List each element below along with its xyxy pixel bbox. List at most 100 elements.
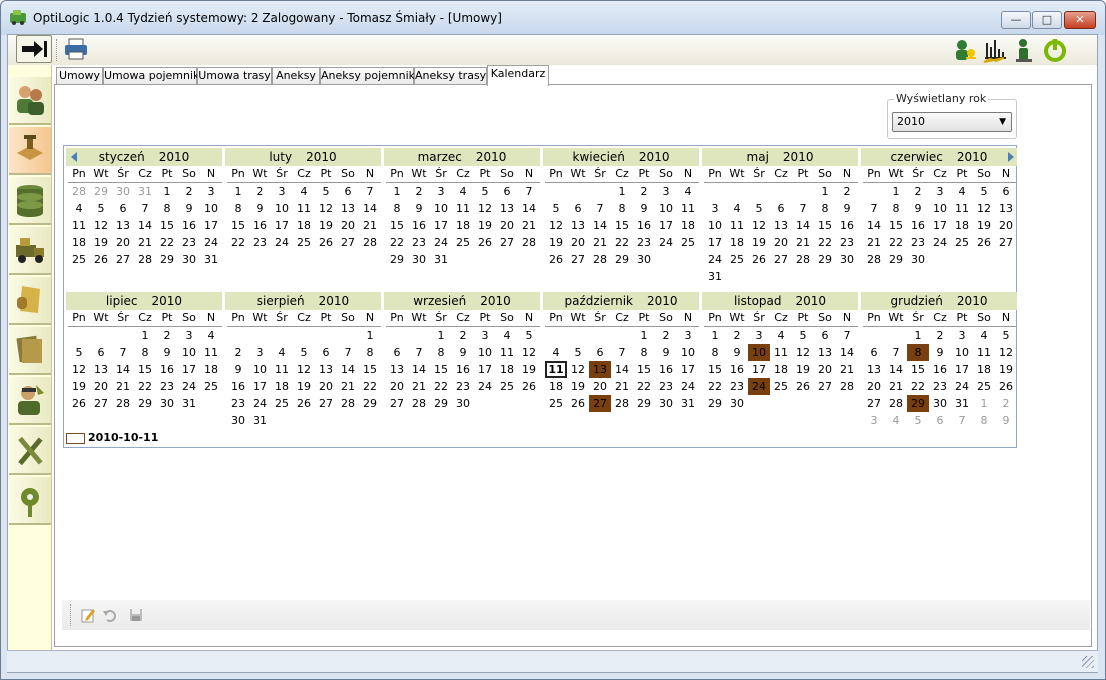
- calendar-day[interactable]: 21: [408, 378, 430, 395]
- calendar-day[interactable]: 11: [496, 344, 518, 361]
- calendar-day[interactable]: 25: [200, 378, 222, 395]
- calendar-day[interactable]: 16: [408, 217, 430, 234]
- calendar-day[interactable]: 23: [408, 234, 430, 251]
- sidebar-item-vehicles[interactable]: [9, 227, 51, 275]
- other-month-day[interactable]: 5: [907, 412, 929, 429]
- calendar-day[interactable]: 24: [271, 234, 293, 251]
- calendar-day[interactable]: 9: [408, 200, 430, 217]
- edit-pencil-icon[interactable]: [80, 607, 96, 623]
- calendar-day[interactable]: 16: [156, 361, 178, 378]
- calendar-day[interactable]: 23: [655, 378, 677, 395]
- other-month-day[interactable]: 28: [68, 183, 90, 200]
- calendar-day[interactable]: 17: [249, 378, 271, 395]
- calendar-day[interactable]: 22: [156, 234, 178, 251]
- calendar-day[interactable]: 27: [90, 395, 112, 412]
- calendar-day[interactable]: 15: [227, 217, 249, 234]
- calendar-day[interactable]: 13: [567, 217, 589, 234]
- other-month-day[interactable]: 29: [90, 183, 112, 200]
- maximize-button[interactable]: □: [1032, 11, 1062, 29]
- calendar-day[interactable]: 28: [359, 234, 381, 251]
- calendar-day[interactable]: 2: [836, 183, 858, 200]
- calendar-day[interactable]: 27: [337, 234, 359, 251]
- calendar-day[interactable]: 5: [474, 183, 496, 200]
- calendar-day[interactable]: 2: [907, 183, 929, 200]
- calendar-day[interactable]: 11: [951, 200, 973, 217]
- calendar-day[interactable]: 23: [178, 234, 200, 251]
- resize-grip[interactable]: [1082, 656, 1094, 668]
- calendar-day[interactable]: 4: [677, 183, 699, 200]
- calendar-day[interactable]: 28: [792, 251, 814, 268]
- calendar-day[interactable]: 5: [293, 344, 315, 361]
- calendar-day[interactable]: 11: [973, 344, 995, 361]
- calendar-day[interactable]: 9: [452, 344, 474, 361]
- calendar-day[interactable]: 12: [315, 200, 337, 217]
- calendar-day[interactable]: 20: [567, 234, 589, 251]
- calendar-day[interactable]: 26: [995, 378, 1017, 395]
- calendar-day[interactable]: 27: [315, 395, 337, 412]
- calendar-day[interactable]: 30: [836, 251, 858, 268]
- calendar-day[interactable]: 5: [567, 344, 589, 361]
- calendar-day[interactable]: 8: [633, 344, 655, 361]
- calendar-day[interactable]: 8: [134, 344, 156, 361]
- calendar-day[interactable]: 19: [748, 234, 770, 251]
- calendar-day[interactable]: 20: [863, 378, 885, 395]
- calendar-day[interactable]: 13: [814, 344, 836, 361]
- calendar-day[interactable]: 15: [814, 217, 836, 234]
- calendar-day[interactable]: 16: [726, 361, 748, 378]
- calendar-day[interactable]: 12: [567, 361, 589, 378]
- calendar-day[interactable]: 13: [90, 361, 112, 378]
- calendar-day[interactable]: 14: [337, 361, 359, 378]
- calendar-day[interactable]: 18: [293, 217, 315, 234]
- calendar-day[interactable]: 5: [518, 327, 540, 344]
- calendar-day[interactable]: 24: [655, 234, 677, 251]
- power-icon[interactable]: [1042, 37, 1068, 63]
- tab-aneksy[interactable]: Aneksy: [272, 67, 320, 85]
- calendar-day[interactable]: 4: [293, 183, 315, 200]
- calendar-day[interactable]: 25: [726, 251, 748, 268]
- calendar-day[interactable]: 30: [929, 395, 951, 412]
- calendar-day[interactable]: 26: [293, 395, 315, 412]
- calendar-day[interactable]: 9: [249, 200, 271, 217]
- calendar-day[interactable]: 7: [589, 200, 611, 217]
- calendar-day[interactable]: 21: [134, 234, 156, 251]
- print-icon[interactable]: [63, 38, 89, 60]
- calendar-day[interactable]: 9: [227, 361, 249, 378]
- calendar-day[interactable]: 3: [474, 327, 496, 344]
- calendar-day[interactable]: 29: [386, 251, 408, 268]
- calendar-day[interactable]: 14: [885, 361, 907, 378]
- calendar-day[interactable]: 8: [386, 200, 408, 217]
- calendar-day[interactable]: 20: [315, 378, 337, 395]
- calendar-day[interactable]: 24: [178, 378, 200, 395]
- calendar-day[interactable]: 13: [770, 217, 792, 234]
- calendar-day[interactable]: 25: [68, 251, 90, 268]
- calendar-day[interactable]: 25: [973, 378, 995, 395]
- calendar-day[interactable]: 3: [430, 183, 452, 200]
- calendar-day[interactable]: 6: [112, 200, 134, 217]
- calendar-day[interactable]: 11: [677, 200, 699, 217]
- calendar-day[interactable]: 27: [496, 234, 518, 251]
- calendar-day[interactable]: 3: [677, 327, 699, 344]
- calendar-day[interactable]: 23: [633, 234, 655, 251]
- calendar-day[interactable]: 12: [68, 361, 90, 378]
- calendar-day[interactable]: 29: [359, 395, 381, 412]
- calendar-day[interactable]: 8: [611, 200, 633, 217]
- calendar-day[interactable]: 21: [518, 217, 540, 234]
- calendar-day[interactable]: 1: [704, 327, 726, 344]
- calendar-day[interactable]: 21: [359, 217, 381, 234]
- calendar-day[interactable]: 2: [249, 183, 271, 200]
- calendar-day[interactable]: 20: [90, 378, 112, 395]
- calendar-day[interactable]: 22: [885, 234, 907, 251]
- calendar-day[interactable]: 23: [452, 378, 474, 395]
- calendar-day[interactable]: 8: [156, 200, 178, 217]
- calendar-day[interactable]: 10: [178, 344, 200, 361]
- calendar-day[interactable]: 19: [518, 361, 540, 378]
- calendar-day[interactable]: 12: [545, 217, 567, 234]
- calendar-day[interactable]: 22: [611, 234, 633, 251]
- calendar-day[interactable]: 20: [589, 378, 611, 395]
- calendar-day[interactable]: 8: [814, 200, 836, 217]
- calendar-day[interactable]: 28: [134, 251, 156, 268]
- calendar-day[interactable]: 31: [178, 395, 200, 412]
- calendar-day[interactable]: 12: [474, 200, 496, 217]
- calendar-day[interactable]: 3: [748, 327, 770, 344]
- calendar-day[interactable]: 13: [315, 361, 337, 378]
